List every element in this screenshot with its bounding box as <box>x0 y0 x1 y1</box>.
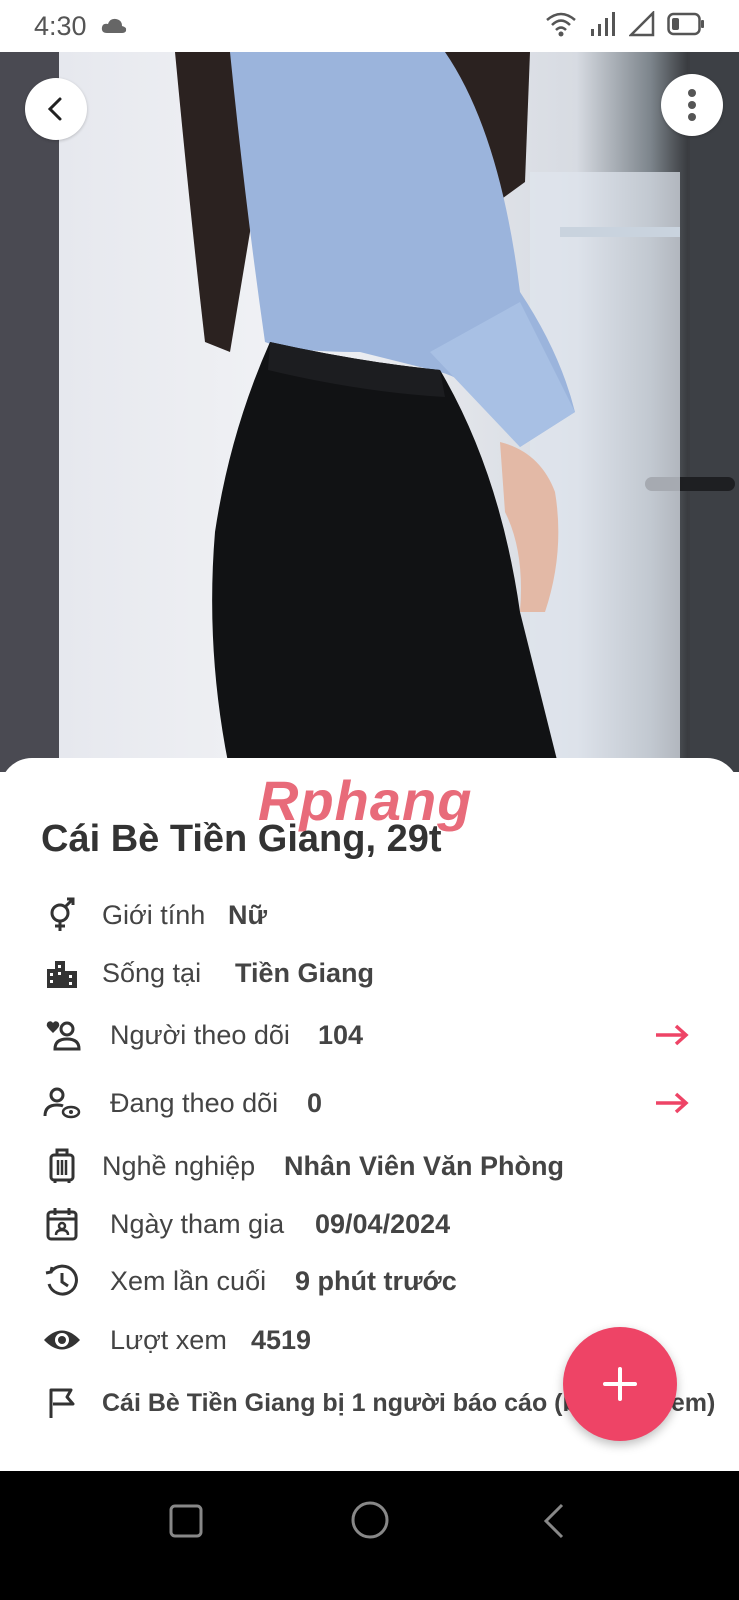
add-button[interactable] <box>563 1327 677 1441</box>
info-row-last-seen: Xem lần cuối 9 phút trước <box>0 1256 739 1306</box>
following-value: 0 <box>307 1087 323 1118</box>
flag-icon <box>42 1383 82 1423</box>
gender-value: Nữ <box>228 899 268 930</box>
gender-label: Giới tính <box>102 899 206 930</box>
info-row-job: Nghề nghiệp Nhân Viên Văn Phòng <box>0 1141 739 1191</box>
last-seen-value: 9 phút trước <box>295 1265 457 1296</box>
info-row-city: Sống tại Tiền Giang <box>0 948 739 998</box>
status-left: 4:30 <box>34 11 127 42</box>
status-bar: 4:30 <box>0 0 739 52</box>
circle-icon <box>351 1501 389 1539</box>
clock-history-icon <box>42 1261 82 1301</box>
followers-value: 104 <box>318 1019 364 1050</box>
back-nav-button[interactable] <box>539 1501 569 1541</box>
more-options-button[interactable] <box>661 74 723 136</box>
arrow-right-icon[interactable] <box>654 1020 690 1050</box>
city-value: Tiền Giang <box>235 957 375 988</box>
joined-label: Ngày tham gia <box>110 1208 285 1239</box>
more-vertical-icon <box>688 89 696 121</box>
plus-icon <box>603 1367 637 1401</box>
info-row-gender: Giới tính Nữ <box>0 890 739 940</box>
signal-icon <box>589 11 617 42</box>
system-nav-bar <box>0 1471 739 1600</box>
battery-icon <box>667 12 705 41</box>
calendar-icon <box>42 1204 82 1244</box>
city-label: Sống tại <box>102 957 202 988</box>
last-seen-label: Xem lần cuối <box>110 1265 267 1296</box>
home-button[interactable] <box>349 1499 391 1541</box>
profile-photo[interactable] <box>0 52 739 772</box>
arrow-right-icon[interactable] <box>654 1088 690 1118</box>
briefcase-icon <box>42 1146 82 1186</box>
job-label: Nghề nghiệp <box>102 1150 256 1181</box>
wifi-icon <box>545 11 577 42</box>
status-right <box>545 9 705 42</box>
followers-icon <box>42 1015 82 1055</box>
photo-illustration <box>175 52 739 772</box>
job-value: Nhân Viên Văn Phòng <box>284 1150 565 1181</box>
following-label: Đang theo dõi <box>110 1087 279 1118</box>
eye-icon <box>42 1320 82 1360</box>
triangle-back-icon <box>543 1503 564 1539</box>
no-signal-icon <box>627 9 655 42</box>
views-label: Lượt xem <box>110 1324 227 1355</box>
recents-button[interactable] <box>166 1501 206 1541</box>
profile-title: Cái Bè Tiền Giang, 29t <box>41 818 442 860</box>
info-row-joined: Ngày tham gia 09/04/2024 <box>0 1199 739 1249</box>
following-icon <box>42 1083 82 1123</box>
gender-icon <box>42 895 82 935</box>
followers-label: Người theo dõi <box>110 1019 290 1050</box>
views-value: 4519 <box>251 1324 312 1355</box>
back-button[interactable] <box>25 78 87 140</box>
info-row-following[interactable]: Đang theo dõi 0 <box>0 1078 739 1128</box>
square-icon <box>169 1504 203 1538</box>
back-arrow-icon <box>47 97 62 121</box>
status-time: 4:30 <box>34 10 87 41</box>
city-icon <box>42 953 82 993</box>
joined-value: 09/04/2024 <box>315 1208 451 1239</box>
cloud-icon <box>101 11 127 42</box>
info-row-followers[interactable]: Người theo dõi 104 <box>0 1010 739 1060</box>
